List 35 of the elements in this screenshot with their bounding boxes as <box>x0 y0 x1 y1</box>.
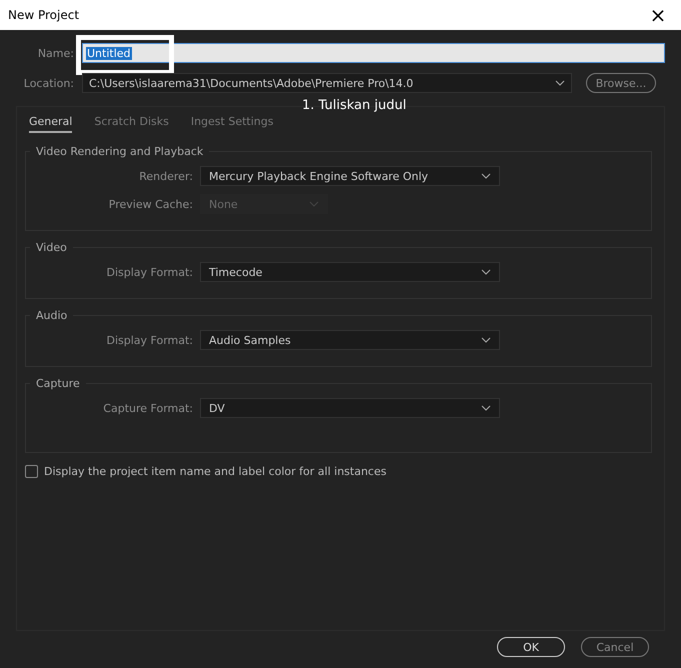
field-label: Preview Cache: <box>108 198 193 210</box>
tab[interactable]: Scratch Disks <box>94 112 169 132</box>
checkbox-label: Display the project item name and label color for all instances <box>44 465 386 478</box>
field-label: Renderer: <box>138 170 193 182</box>
dropdown[interactable]: DV <box>200 398 500 418</box>
selected-text: Untitled <box>86 46 132 60</box>
cancel-button[interactable]: Cancel <box>581 637 649 657</box>
field-label: Display Format: <box>105 334 193 346</box>
group-title: Audio <box>35 309 68 322</box>
name-label: Name: <box>36 46 74 60</box>
group-title: Capture <box>35 377 81 390</box>
browse-button[interactable]: Browse... <box>586 73 656 93</box>
tab[interactable]: Ingest Settings <box>190 112 274 132</box>
chevron-icon <box>481 173 491 179</box>
group-title: Video Rendering and Playback <box>35 145 204 158</box>
location-label: Location: <box>22 76 74 90</box>
chevron-icon <box>309 201 319 207</box>
dropdown[interactable]: Audio Samples <box>200 330 500 350</box>
ok-button[interactable]: OK <box>497 637 565 657</box>
close-button[interactable]: × <box>635 0 681 30</box>
window-title: New Project <box>8 8 80 22</box>
chevron-icon <box>555 80 565 86</box>
tab[interactable]: General <box>29 112 72 132</box>
chevron-icon <box>481 405 491 411</box>
location-dropdown[interactable]: C:\Users\islaarema31\Documents\Adobe\Premiere Pro\14.0 <box>82 73 572 93</box>
annotation-text: 1. Tuliskan judul <box>302 98 406 113</box>
name-input-field[interactable]: Untitled <box>82 43 665 63</box>
field-label: Display Format: <box>105 266 193 278</box>
checkbox[interactable] <box>25 465 38 478</box>
chevron-icon <box>481 337 491 343</box>
chevron-icon <box>481 269 491 275</box>
dropdown[interactable]: Mercury Playback Engine Software Only <box>200 166 500 186</box>
group-title: Video <box>35 241 68 254</box>
field-label: Capture Format: <box>102 402 193 414</box>
dropdown[interactable]: Timecode <box>200 262 500 282</box>
